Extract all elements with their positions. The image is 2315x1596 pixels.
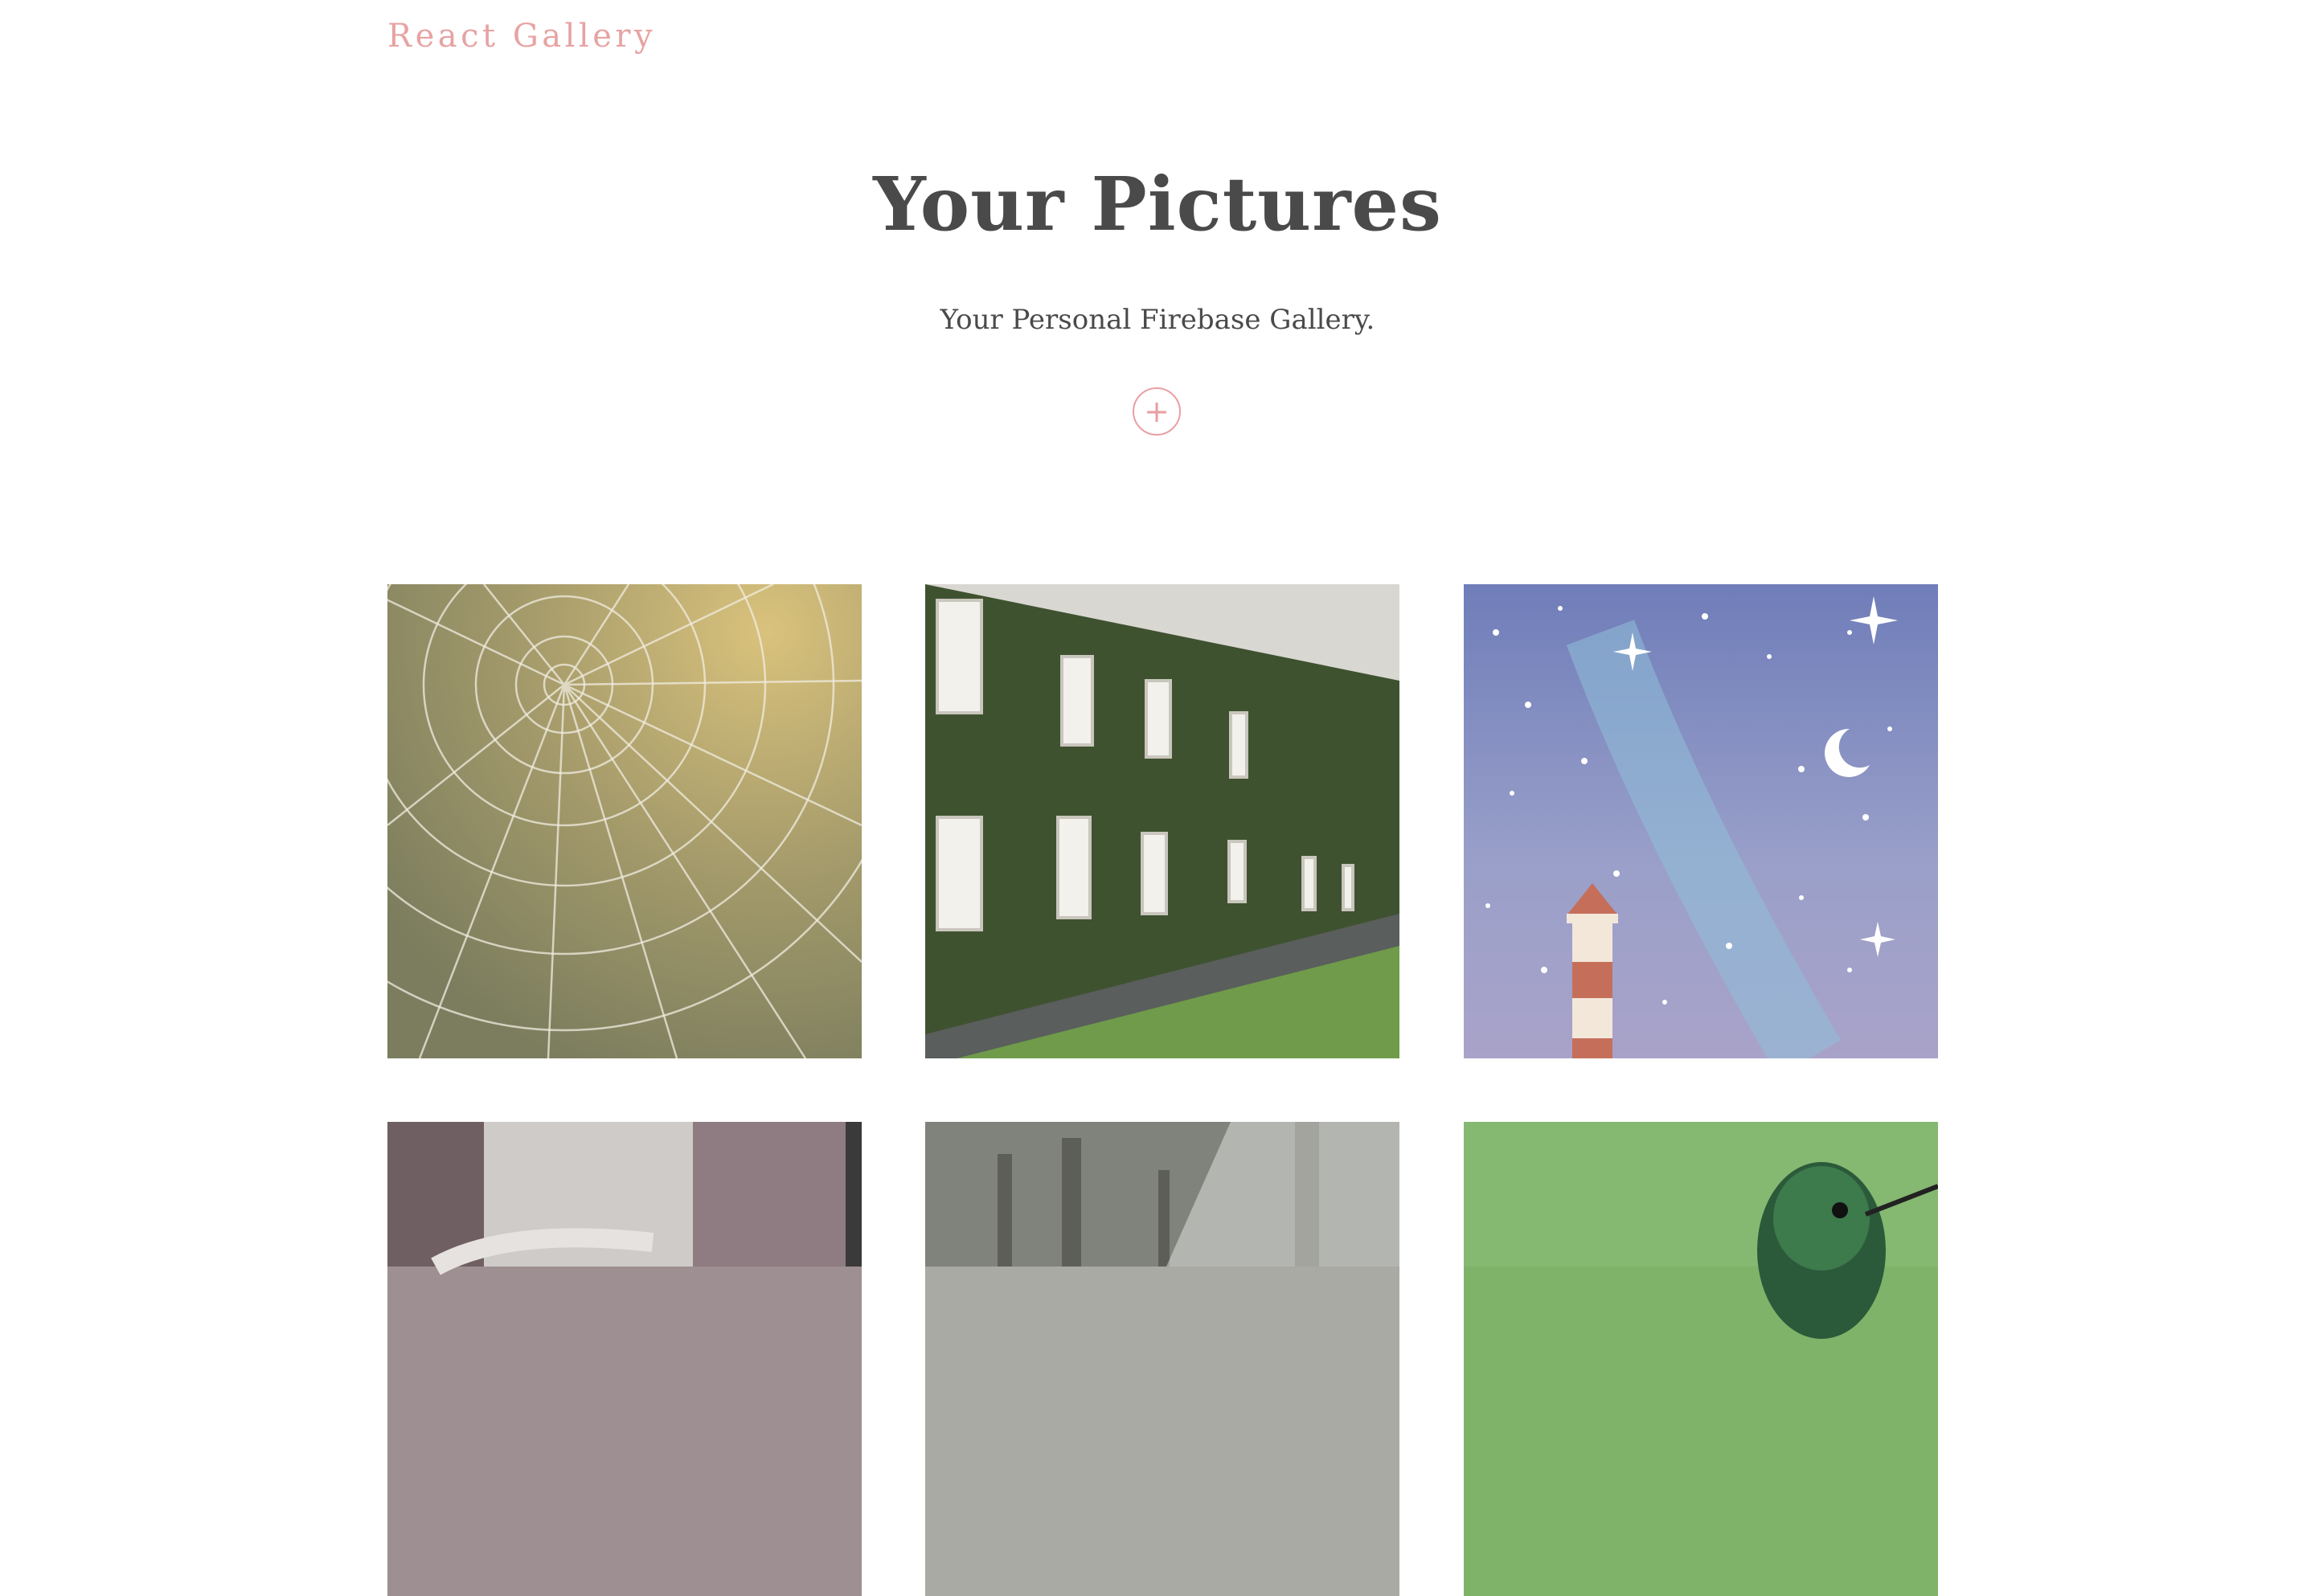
gallery-image-interior[interactable] — [387, 1122, 862, 1596]
lighthouse-picture — [1464, 584, 1938, 1058]
plus-icon: + — [1144, 394, 1170, 429]
gallery-image-forest[interactable] — [925, 1122, 1399, 1596]
interior-picture — [387, 1122, 862, 1596]
add-picture-button[interactable]: + — [1133, 387, 1181, 436]
ivy-building-picture — [925, 584, 1399, 1058]
page-title: Your Pictures — [873, 161, 1442, 248]
brand-logo[interactable]: React Gallery — [387, 18, 656, 55]
page-subtitle: Your Personal Firebase Gallery. — [940, 304, 1375, 336]
gallery-image-spider-web[interactable] — [387, 584, 862, 1058]
gallery-image-ivy-building[interactable] — [925, 584, 1399, 1058]
hummingbird-picture — [1464, 1122, 1938, 1596]
gallery-image-hummingbird[interactable] — [1464, 1122, 1938, 1596]
spider-web-picture — [387, 584, 862, 1058]
gallery-image-lighthouse[interactable] — [1464, 584, 1938, 1058]
forest-picture — [925, 1122, 1399, 1596]
